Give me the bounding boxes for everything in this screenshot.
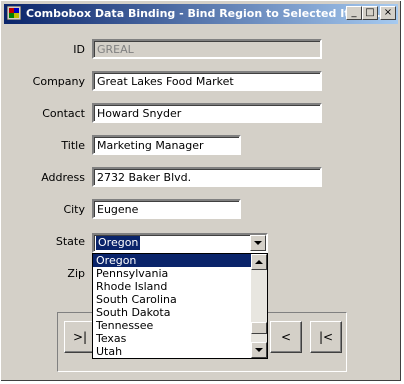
- minimize-icon: _: [351, 7, 357, 18]
- id-field: GREAL: [92, 39, 322, 59]
- state-label: State: [55, 235, 85, 248]
- list-item[interactable]: Oregon: [93, 254, 252, 267]
- list-item[interactable]: Utah: [93, 345, 252, 358]
- list-item[interactable]: Tennessee: [93, 319, 252, 332]
- list-item[interactable]: Texas: [93, 332, 252, 345]
- maximize-button[interactable]: □: [362, 6, 378, 20]
- app-icon: [7, 6, 21, 20]
- list-item[interactable]: South Carolina: [93, 293, 252, 306]
- close-icon: ×: [383, 7, 393, 18]
- city-label: City: [63, 203, 85, 216]
- last-record-icon: |<: [318, 330, 334, 344]
- address-field[interactable]: 2732 Baker Blvd.: [92, 167, 322, 187]
- chevron-up-icon: [255, 260, 263, 264]
- chevron-down-icon: [254, 241, 262, 245]
- dropdown-button[interactable]: [250, 235, 266, 251]
- company-label: Company: [32, 75, 85, 88]
- scroll-down-button[interactable]: [251, 342, 267, 358]
- state-combobox[interactable]: Oregon: [92, 233, 268, 253]
- move-last-button[interactable]: |<: [310, 321, 342, 353]
- zip-label: Zip: [67, 267, 85, 280]
- first-record-icon: >|: [72, 330, 88, 344]
- previous-record-icon: <: [280, 330, 292, 344]
- list-item[interactable]: Pennsylvania: [93, 267, 252, 280]
- title-label: Title: [61, 139, 85, 152]
- city-field[interactable]: Eugene: [92, 199, 241, 219]
- list-item[interactable]: South Dakota: [93, 306, 252, 319]
- close-button[interactable]: ×: [380, 6, 396, 20]
- company-field[interactable]: Great Lakes Food Market: [92, 71, 322, 91]
- contact-label: Contact: [42, 107, 85, 120]
- move-previous-button[interactable]: <: [270, 321, 302, 353]
- chevron-down-icon: [255, 348, 263, 352]
- title-bar[interactable]: Combobox Data Binding - Bind Region to S…: [4, 4, 398, 24]
- title-field[interactable]: Marketing Manager: [92, 135, 241, 155]
- window-title: Combobox Data Binding - Bind Region to S…: [26, 7, 385, 20]
- address-label: Address: [41, 171, 85, 184]
- state-dropdown-list[interactable]: Oregon Pennsylvania Rhode Island South C…: [92, 253, 268, 359]
- contact-field[interactable]: Howard Snyder: [92, 103, 322, 123]
- minimize-button[interactable]: _: [346, 6, 362, 20]
- maximize-icon: □: [365, 7, 375, 18]
- id-label: ID: [73, 43, 85, 56]
- scroll-thumb[interactable]: [251, 322, 267, 334]
- scroll-up-button[interactable]: [251, 254, 267, 270]
- state-selected-value: Oregon: [96, 236, 141, 250]
- app-window: Combobox Data Binding - Bind Region to S…: [0, 0, 402, 382]
- dropdown-scrollbar[interactable]: [251, 254, 267, 358]
- list-item[interactable]: Rhode Island: [93, 280, 252, 293]
